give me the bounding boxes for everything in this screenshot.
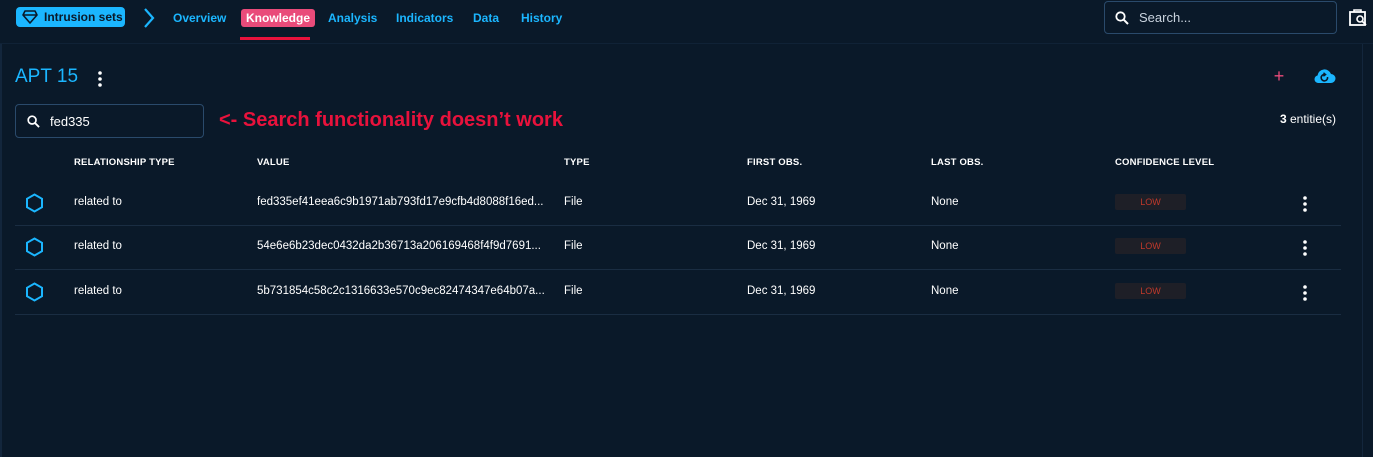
more-vert-icon[interactable] xyxy=(1299,284,1311,302)
table-row[interactable]: related to 5b731854c58c2c1316633e570c9ec… xyxy=(15,270,1341,315)
hexagon-icon xyxy=(26,282,43,302)
top-bar: Intrusion sets Overview Knowledge Analys… xyxy=(0,0,1373,44)
last-obs-cell: None xyxy=(931,240,959,252)
tab-data[interactable]: Data xyxy=(473,9,499,27)
annotation-text: <- Search functionality doesn’t work xyxy=(219,109,563,131)
search-icon xyxy=(1115,10,1129,25)
tab-analysis[interactable]: Analysis xyxy=(328,9,377,27)
tab-history[interactable]: History xyxy=(521,9,562,27)
active-tab-indicator xyxy=(240,37,310,40)
entity-count-number: 3 xyxy=(1279,112,1287,126)
chevron-right-icon xyxy=(144,8,155,28)
first-obs-cell: Dec 31, 1969 xyxy=(747,196,816,208)
page-title: APT 15 xyxy=(15,66,79,87)
column-header-relationship-type[interactable]: RELATIONSHIP TYPE xyxy=(74,157,175,168)
entity-type-label: Intrusion sets xyxy=(44,10,123,24)
table-row[interactable]: related to 54e6e6b23dec0432da2b36713a206… xyxy=(15,225,1341,270)
column-header-last-obs[interactable]: LAST OBS. xyxy=(931,157,983,168)
investigation-icon[interactable] xyxy=(1349,9,1369,27)
hexagon-icon xyxy=(26,237,43,257)
first-obs-cell: Dec 31, 1969 xyxy=(747,240,816,252)
more-vert-icon[interactable] xyxy=(94,70,106,88)
column-header-first-obs[interactable]: FIRST OBS. xyxy=(747,157,802,168)
value-cell: 5b731854c58c2c1316633e570c9ec82474347e64… xyxy=(257,285,545,297)
relationship-type-cell: related to xyxy=(74,285,122,297)
type-cell: File xyxy=(564,240,583,252)
confidence-badge: LOW xyxy=(1115,283,1186,299)
relationship-type-cell: related to xyxy=(74,196,122,208)
tab-indicators[interactable]: Indicators xyxy=(396,9,453,27)
relationship-type-cell: related to xyxy=(74,240,122,252)
relationship-search[interactable] xyxy=(15,104,204,138)
entity-count-label: entitie(s) xyxy=(1286,112,1336,126)
type-cell: File xyxy=(564,196,583,208)
value-cell: 54e6e6b23dec0432da2b36713a206169468f4f9d… xyxy=(257,240,541,252)
column-header-value[interactable]: VALUE xyxy=(257,157,290,168)
global-search[interactable] xyxy=(1104,1,1337,34)
confidence-badge: LOW xyxy=(1115,238,1186,254)
last-obs-cell: None xyxy=(931,285,959,297)
cloud-refresh-icon[interactable] xyxy=(1312,66,1336,86)
value-cell: fed335ef41eea6c9b1971ab793fd17e9cfb4d808… xyxy=(257,196,544,208)
tab-knowledge[interactable]: Knowledge xyxy=(241,9,316,27)
scrollbar-track[interactable] xyxy=(1362,44,1363,457)
tab-overview[interactable]: Overview xyxy=(173,9,226,27)
column-header-type[interactable]: TYPE xyxy=(564,157,590,168)
hexagon-icon xyxy=(26,193,43,213)
search-icon xyxy=(27,114,40,128)
column-header-confidence-level[interactable]: CONFIDENCE LEVEL xyxy=(1115,157,1214,168)
entity-count: 3 entitie(s) xyxy=(1280,112,1336,126)
first-obs-cell: Dec 31, 1969 xyxy=(747,285,816,297)
more-vert-icon[interactable] xyxy=(1299,239,1311,257)
entity-type-chip[interactable]: Intrusion sets xyxy=(16,7,125,27)
last-obs-cell: None xyxy=(931,196,959,208)
plus-icon[interactable]: + xyxy=(1270,66,1288,86)
more-vert-icon[interactable] xyxy=(1299,195,1311,213)
type-cell: File xyxy=(564,285,583,297)
global-search-input[interactable] xyxy=(1139,10,1319,25)
left-edge xyxy=(0,0,2,457)
diamond-icon xyxy=(22,10,38,24)
table-row[interactable]: related to fed335ef41eea6c9b1971ab793fd1… xyxy=(15,181,1341,226)
confidence-badge: LOW xyxy=(1115,194,1186,210)
relationship-search-input[interactable] xyxy=(50,113,190,129)
